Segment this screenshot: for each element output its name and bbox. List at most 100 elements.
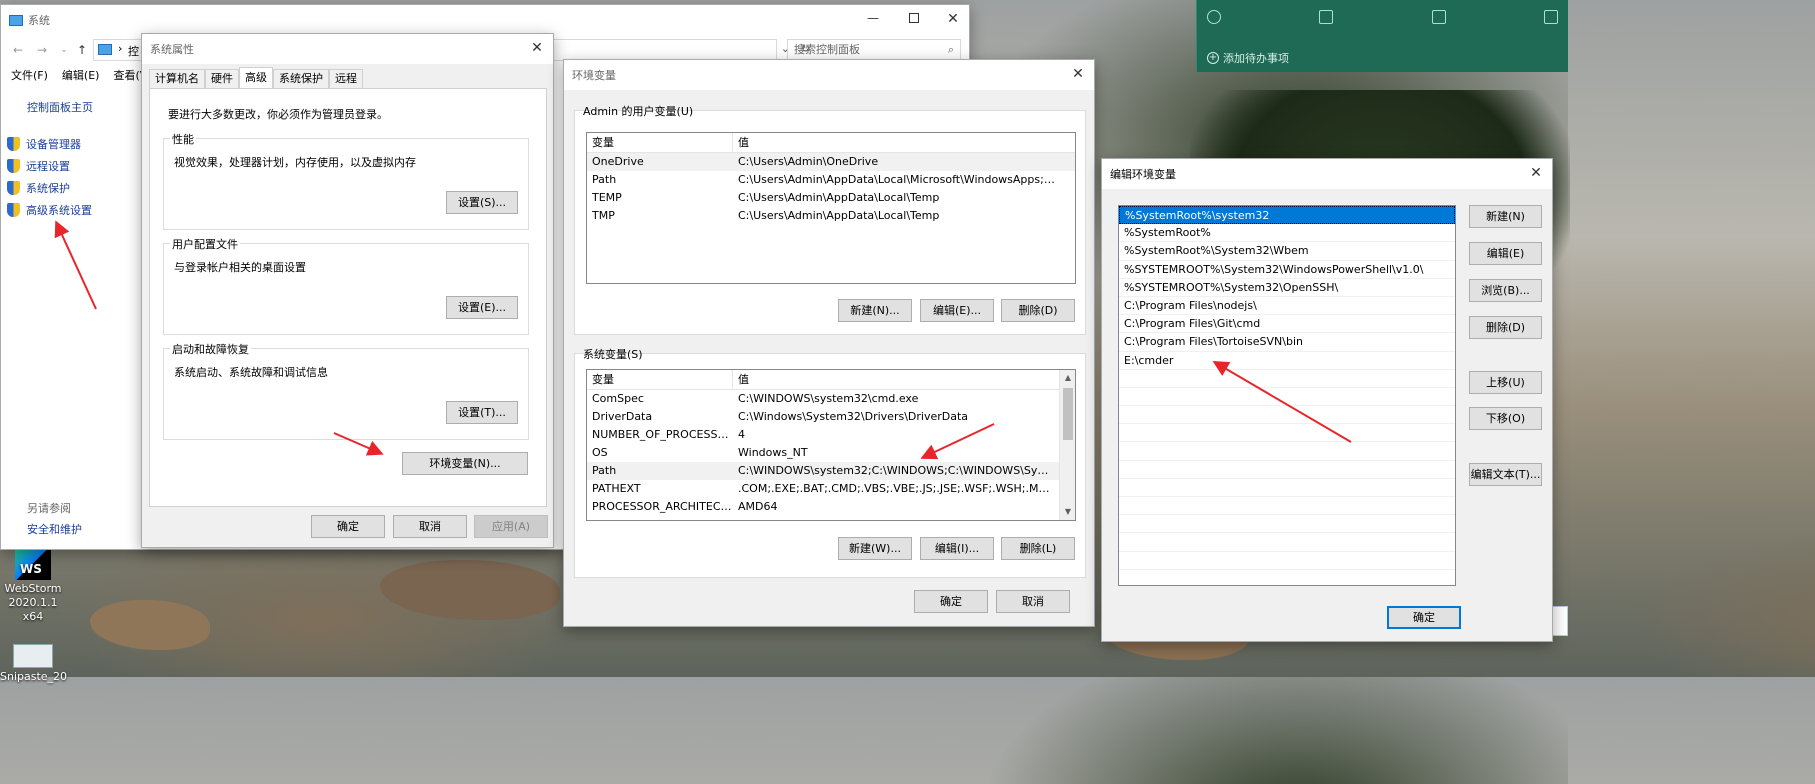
system-variables-list[interactable]: 变量 值 ComSpec C:\WINDOWS\system32\cmd.exe … (586, 369, 1076, 521)
list-item[interactable] (1119, 552, 1455, 570)
list-item[interactable] (1119, 424, 1455, 443)
browse-path-button[interactable]: 浏览(B)... (1469, 279, 1542, 302)
list-item[interactable]: C:\Program Files\Git\cmd (1119, 315, 1455, 334)
new-path-button[interactable]: 新建(N) (1469, 205, 1542, 228)
table-row[interactable]: NUMBER_OF_PROCESSORS 4 (587, 426, 1075, 444)
system-titlebar[interactable]: 系统 — ✕ (1, 5, 969, 35)
column-header-value[interactable]: 值 (733, 370, 1057, 389)
tab-remote[interactable]: 远程 (329, 69, 363, 89)
list-item[interactable] (1119, 533, 1455, 552)
user-delete-button[interactable]: 删除(D) (1001, 299, 1075, 322)
environment-variables-button[interactable]: 环境变量(N)... (402, 452, 528, 475)
sidebar-item-protection[interactable]: 系统保护 (7, 177, 137, 199)
list-item[interactable]: E:\cmder (1119, 352, 1455, 370)
table-row[interactable]: TMP C:\Users\Admin\AppData\Local\Temp (587, 207, 1075, 225)
list-item[interactable] (1119, 370, 1455, 388)
dialog-titlebar[interactable]: 系统属性 ✕ (142, 34, 553, 64)
ok-button[interactable]: 确定 (1387, 606, 1461, 629)
edit-text-button[interactable]: 编辑文本(T)... (1469, 463, 1542, 486)
search-input[interactable]: 搜索控制面板 ⌕ (787, 39, 961, 61)
list-item[interactable]: %SystemRoot%\system32 (1119, 206, 1455, 225)
user-variables-list[interactable]: 变量 值 OneDrive C:\Users\Admin\OneDrive Pat… (586, 132, 1076, 284)
chevron-down-icon[interactable]: ⌄ (57, 43, 71, 57)
performance-settings-button[interactable]: 设置(S)... (446, 191, 518, 214)
tab-computer-name[interactable]: 计算机名 (149, 69, 205, 89)
close-button[interactable]: ✕ (1070, 66, 1086, 82)
dialog-titlebar[interactable]: 环境变量 ✕ (564, 60, 1094, 90)
sidebar-item-device-manager[interactable]: 设备管理器 (7, 133, 137, 155)
column-header-value[interactable]: 值 (733, 133, 1073, 152)
delete-path-button[interactable]: 删除(D) (1469, 316, 1542, 339)
list-item[interactable] (1119, 479, 1455, 497)
calculator-icon[interactable] (1431, 10, 1446, 24)
menu-edit[interactable]: 编辑(E) (62, 67, 100, 87)
user-new-button[interactable]: 新建(N)... (838, 299, 912, 322)
tab-system-protection[interactable]: 系统保护 (273, 69, 329, 89)
table-row[interactable]: OS Windows_NT (587, 444, 1075, 462)
user-edit-button[interactable]: 编辑(E)... (920, 299, 994, 322)
scroll-down-icon[interactable]: ▼ (1060, 504, 1075, 520)
path-entries-list[interactable]: %SystemRoot%\system32 %SystemRoot% %Syst… (1118, 205, 1456, 586)
add-todo-button[interactable]: + 添加待办事项 (1207, 50, 1289, 66)
list-item[interactable]: %SYSTEMROOT%\System32\WindowsPowerShell\… (1119, 261, 1455, 279)
desktop-icon-snipaste[interactable]: Snipaste_20 (0, 644, 67, 684)
table-row[interactable]: Path C:\Users\Admin\AppData\Local\Microso… (587, 171, 1075, 189)
table-row[interactable]: PATHEXT .COM;.EXE;.BAT;.CMD;.VBS;.VBE;.JS… (587, 480, 1075, 498)
system-new-button[interactable]: 新建(W)... (838, 537, 912, 560)
tab-advanced[interactable]: 高级 (239, 67, 273, 89)
back-arrow-icon[interactable]: ← (11, 43, 25, 57)
move-up-button[interactable]: 上移(U) (1469, 371, 1542, 394)
tab-hardware[interactable]: 硬件 (205, 69, 239, 89)
ok-button[interactable]: 确定 (311, 515, 385, 538)
sidebar-item-advanced[interactable]: 高级系统设置 (7, 199, 137, 221)
edit-icon[interactable] (1319, 10, 1334, 24)
list-item[interactable] (1119, 406, 1455, 425)
desktop-icon-webstorm[interactable]: WS WebStorm 2020.1.1 x64 (0, 546, 66, 624)
table-row[interactable]: OneDrive C:\Users\Admin\OneDrive (587, 153, 1075, 171)
close-button[interactable]: ✕ (1528, 165, 1544, 181)
todo-widget[interactable]: + 添加待办事项 (1196, 0, 1568, 72)
list-item[interactable]: %SystemRoot%\System32\Wbem (1119, 242, 1455, 261)
table-row[interactable]: DriverData C:\Windows\System32\Drivers\Dr… (587, 408, 1075, 426)
dialog-titlebar[interactable]: 编辑环境变量 ✕ (1102, 159, 1552, 189)
image-icon[interactable] (1543, 10, 1558, 24)
list-item[interactable] (1119, 442, 1455, 461)
startup-settings-button[interactable]: 设置(T)... (446, 401, 518, 424)
column-header-variable[interactable]: 变量 (587, 133, 733, 152)
sidebar-item-remote[interactable]: 远程设置 (7, 155, 137, 177)
check-icon[interactable] (1207, 10, 1221, 24)
apply-button[interactable]: 应用(A) (474, 515, 548, 538)
scroll-up-icon[interactable]: ▲ (1060, 370, 1075, 386)
list-item[interactable]: %SYSTEMROOT%\System32\OpenSSH\ (1119, 279, 1455, 297)
move-down-button[interactable]: 下移(O) (1469, 407, 1542, 430)
close-button[interactable]: ✕ (529, 40, 545, 56)
minimize-button[interactable]: — (865, 11, 881, 27)
table-row[interactable]: ComSpec C:\WINDOWS\system32\cmd.exe (587, 390, 1075, 408)
cancel-button[interactable]: 取消 (996, 590, 1070, 613)
list-item[interactable]: C:\Program Files\nodejs\ (1119, 297, 1455, 316)
see-also-security-link[interactable]: 安全和维护 (27, 521, 82, 537)
menu-file[interactable]: 文件(F) (11, 67, 48, 87)
up-arrow-icon[interactable]: ↑ (75, 43, 89, 57)
system-edit-button[interactable]: 编辑(I)... (920, 537, 994, 560)
cancel-button[interactable]: 取消 (393, 515, 467, 538)
edit-path-button[interactable]: 编辑(E) (1469, 242, 1542, 265)
list-item[interactable] (1119, 515, 1455, 534)
close-button[interactable]: ✕ (945, 11, 961, 27)
vertical-scrollbar[interactable]: ▲ ▼ (1059, 370, 1075, 520)
list-item[interactable]: C:\Program Files\TortoiseSVN\bin (1119, 333, 1455, 352)
scrollbar-thumb[interactable] (1063, 388, 1073, 440)
list-item[interactable] (1119, 570, 1455, 585)
maximize-button[interactable] (909, 13, 919, 23)
system-delete-button[interactable]: 删除(L) (1001, 537, 1075, 560)
table-row[interactable]: PROCESSOR_ARCHITECT... AMD64 (587, 498, 1075, 516)
list-item[interactable]: %SystemRoot% (1119, 224, 1455, 243)
table-row[interactable]: TEMP C:\Users\Admin\AppData\Local\Temp (587, 189, 1075, 207)
ok-button[interactable]: 确定 (914, 590, 988, 613)
column-header-variable[interactable]: 变量 (587, 370, 733, 389)
list-item[interactable] (1119, 497, 1455, 516)
table-row[interactable]: Path C:\WINDOWS\system32;C:\WINDOWS;C:\WI… (587, 462, 1075, 480)
sidebar-home-link[interactable]: 控制面板主页 (7, 101, 137, 123)
list-item[interactable] (1119, 461, 1455, 479)
user-profiles-settings-button[interactable]: 设置(E)... (446, 296, 518, 319)
